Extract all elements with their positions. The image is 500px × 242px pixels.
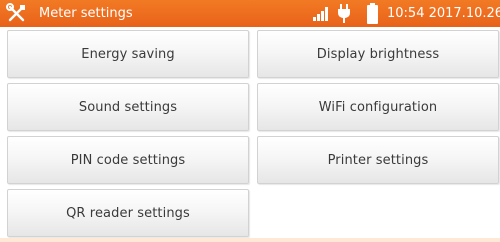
- printer-settings-label: Printer settings: [327, 152, 429, 168]
- display-brightness-label: Display brightness: [316, 46, 440, 62]
- wifi-configuration-label: WiFi configuration: [318, 99, 438, 115]
- bottom-divider: [0, 238, 500, 242]
- settings-menu: Energy saving Display brightness Sound s…: [0, 27, 500, 242]
- title-bar: Meter settings 10:54 2017.10.26: [0, 0, 500, 27]
- battery-icon: [367, 3, 378, 24]
- datetime-display: 10:54 2017.10.26: [387, 6, 500, 21]
- energy-saving-label: Energy saving: [81, 46, 175, 62]
- pin-code-settings-label: PIN code settings: [70, 152, 186, 168]
- signal-icon: [313, 7, 328, 21]
- printer-settings-button[interactable]: Printer settings: [257, 136, 499, 184]
- window-title: Meter settings: [39, 6, 133, 21]
- plug-icon: [338, 4, 350, 23]
- display-brightness-button[interactable]: Display brightness: [257, 30, 499, 78]
- pin-code-settings-button[interactable]: PIN code settings: [7, 136, 249, 184]
- qr-reader-settings-button[interactable]: QR reader settings: [7, 189, 249, 237]
- wifi-configuration-button[interactable]: WiFi configuration: [257, 83, 499, 131]
- sound-settings-button[interactable]: Sound settings: [7, 83, 249, 131]
- energy-saving-button[interactable]: Energy saving: [7, 30, 249, 78]
- tools-icon: [6, 3, 25, 22]
- sound-settings-label: Sound settings: [78, 99, 178, 115]
- qr-reader-settings-label: QR reader settings: [66, 205, 190, 221]
